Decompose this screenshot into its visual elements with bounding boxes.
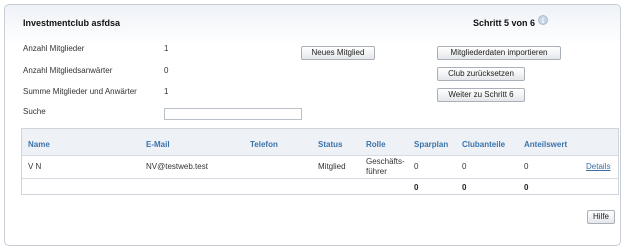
cell-anteilswert: 0 (524, 162, 529, 171)
stat-value-total: 1 (164, 87, 169, 96)
col-header-email: E-Mail (146, 140, 170, 149)
col-header-anteilswert: Anteilswert (524, 140, 568, 149)
total-clubanteile: 0 (462, 183, 467, 192)
col-header-rolle: Rolle (366, 140, 386, 149)
next-step-button[interactable]: Weiter zu Schritt 6 (437, 88, 525, 102)
col-header-sparplan: Sparplan (414, 140, 449, 149)
step-indicator: Schritt 5 von 6 (473, 18, 536, 28)
col-header-name: Name (28, 140, 50, 149)
help-button[interactable]: Hilfe (587, 210, 615, 224)
stat-label-total: Summe Mitglieder und Anwärter (23, 87, 137, 96)
row-divider (22, 178, 618, 179)
main-panel: Investmentclub asfdsa Schritt 5 von 6 i … (4, 4, 621, 246)
cell-status: Mitglied (318, 162, 346, 171)
svg-text:i: i (542, 17, 544, 25)
search-label: Suche (23, 107, 46, 116)
members-table: Name E-Mail Telefon Status Rolle Sparpla… (21, 128, 619, 195)
stat-label-candidates: Anzahl Mitgliedsanwärter (23, 66, 113, 75)
total-sparplan: 0 (414, 183, 419, 192)
import-members-button[interactable]: Mitgliederdaten importieren (437, 46, 561, 60)
stat-label-members: Anzahl Mitglieder (23, 44, 85, 53)
col-header-status: Status (318, 140, 343, 149)
cell-rolle-line1: Geschäfts- (366, 157, 405, 166)
cell-clubanteile: 0 (462, 162, 467, 171)
total-anteilswert: 0 (524, 183, 529, 192)
reset-club-button[interactable]: Club zurücksetzen (437, 67, 525, 81)
cell-email: NV@testweb.test (146, 162, 208, 171)
info-icon[interactable]: i (538, 15, 548, 25)
cell-name: V N (28, 162, 42, 171)
cell-rolle-line2: führer (366, 167, 387, 176)
cell-sparplan: 0 (414, 162, 419, 171)
col-header-clubanteile: Clubanteile (462, 140, 506, 149)
page-title: Investmentclub asfdsa (23, 18, 121, 28)
stat-value-candidates: 0 (164, 66, 169, 75)
new-member-button[interactable]: Neues Mitglied (301, 46, 375, 60)
stat-value-members: 1 (164, 44, 169, 53)
details-link[interactable]: Details (586, 162, 610, 171)
col-header-telefon: Telefon (250, 140, 278, 149)
search-input[interactable] (164, 108, 302, 120)
